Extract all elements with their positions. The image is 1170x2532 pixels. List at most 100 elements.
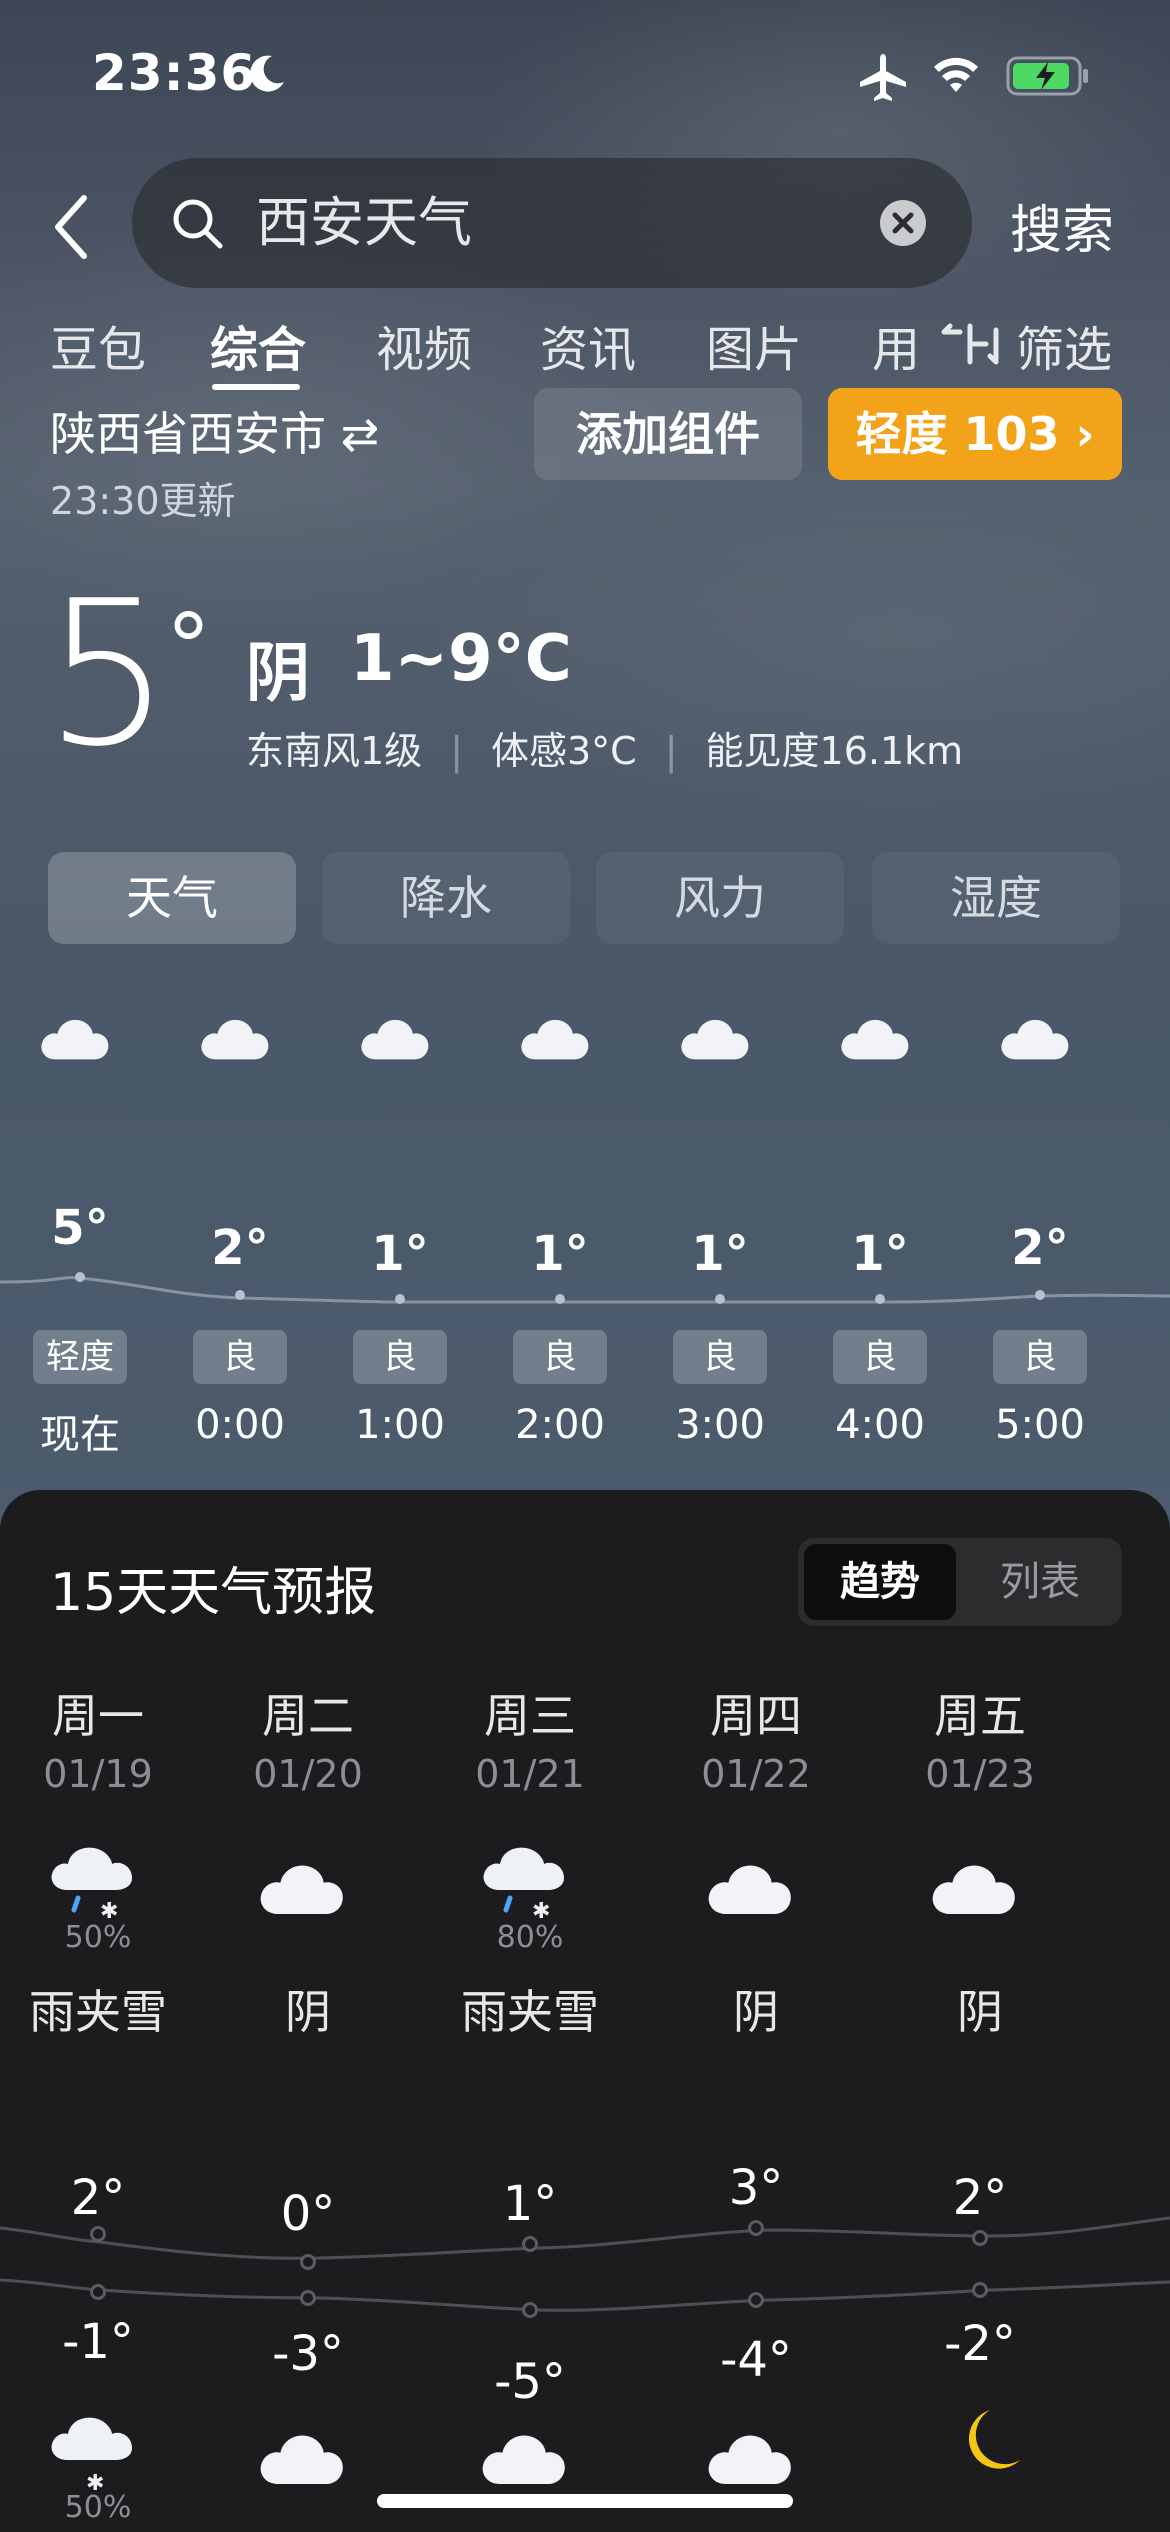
- hourly-time: 0:00: [195, 1402, 285, 1448]
- status-time: 23:36: [92, 44, 257, 102]
- moon-icon: [920, 2400, 1040, 2496]
- forecast-day[interactable]: 周三 01/21 ✱ 80% 雨夹雪 1° -5°: [418, 1670, 642, 2530]
- hourly-time: 1:00: [355, 1402, 445, 1448]
- hourly-item[interactable]: 1° 良 4:00: [800, 990, 960, 1460]
- forecast-day[interactable]: 周二 01/20 阴 0° -3°: [196, 1670, 420, 2530]
- forecast-day[interactable]: 周四 01/22 阴 3° -4°: [644, 1670, 868, 2530]
- cloud-icon: [470, 2400, 590, 2496]
- hourly-temp-dot: [715, 1294, 725, 1304]
- high-dot: [90, 2226, 106, 2242]
- home-indicator: [377, 2494, 793, 2508]
- degree-symbol: °: [166, 595, 211, 700]
- forecast-day[interactable]: 周五 01/23 阴 2° -2°: [868, 1670, 1092, 2530]
- aqi-button[interactable]: 轻度 103 ›: [828, 388, 1122, 480]
- cloud-icon: [36, 990, 124, 1070]
- high-dot: [748, 2220, 764, 2236]
- cloudy-night-icon: [356, 990, 444, 1070]
- hourly-item[interactable]: 2° 良 0:00: [160, 990, 320, 1460]
- tab-wind[interactable]: 风力: [596, 852, 844, 944]
- hourly-item[interactable]: 1° 良 2:00: [480, 990, 640, 1460]
- moon-icon: [250, 55, 284, 92]
- hourly-temp: 2°: [1011, 1220, 1069, 1276]
- cloud-icon: [248, 2400, 368, 2496]
- tab-images[interactable]: 图片: [706, 310, 802, 380]
- hourly-aqi-badge: 轻度: [33, 1330, 127, 1384]
- clear-search-button[interactable]: [880, 200, 926, 246]
- hourly-aqi-badge: 良: [193, 1330, 287, 1384]
- cloudy-night-icon: [516, 990, 604, 1070]
- status-bar: 23:36: [0, 0, 1170, 150]
- hourly-item[interactable]: 1° 良 1:00: [320, 990, 480, 1460]
- day-condition: 阴: [733, 1985, 779, 2039]
- cloudy-night-icon: [196, 990, 284, 1070]
- day-date: 01/22: [701, 1752, 811, 1796]
- filter-icon[interactable]: [940, 322, 1002, 366]
- hourly-item[interactable]: 5° 轻度 现在: [0, 990, 160, 1460]
- tab-news[interactable]: 资讯: [540, 310, 636, 380]
- battery-charging-icon: [1006, 56, 1088, 96]
- forecast-title: 15天天气预报: [50, 1563, 377, 1623]
- search-button[interactable]: 搜索: [1010, 188, 1114, 263]
- day-high: 2°: [952, 2170, 1008, 2226]
- tab-video[interactable]: 视频: [376, 310, 472, 380]
- hourly-time: 5:00: [995, 1402, 1085, 1448]
- low-dot: [90, 2284, 106, 2300]
- day-high: 2°: [70, 2170, 126, 2226]
- day-name: 周二: [262, 1689, 354, 1743]
- day-name: 周三: [484, 1689, 576, 1743]
- day-low: -2°: [944, 2316, 1016, 2372]
- location-name[interactable]: 陕西省西安市 ⇄: [50, 398, 379, 464]
- search-input[interactable]: 西安天气: [256, 188, 472, 258]
- tab-comprehensive[interactable]: 综合: [210, 310, 306, 380]
- hourly-aqi-badge: 良: [833, 1330, 927, 1384]
- hourly-aqi-badge: 良: [673, 1330, 767, 1384]
- day-date: 01/21: [475, 1752, 585, 1796]
- sleet-icon: ✱: [470, 1830, 590, 1926]
- tab-humidity[interactable]: 湿度: [872, 852, 1120, 944]
- search-icon: [173, 199, 223, 249]
- sleet-icon: ✱: [38, 1830, 158, 1926]
- cloudy-night-icon: [996, 990, 1084, 1070]
- hourly-time: 现在: [40, 1412, 120, 1458]
- day-condition: 雨夹雪: [461, 1985, 599, 2039]
- toggle-list[interactable]: 列表: [964, 1544, 1116, 1620]
- filter-button[interactable]: 筛选: [1016, 310, 1112, 380]
- hourly-temp-dot: [875, 1294, 885, 1304]
- update-time: 23:30更新: [50, 479, 236, 523]
- day-condition: 阴: [285, 1985, 331, 2039]
- tab-doubao[interactable]: 豆包: [50, 310, 146, 380]
- hourly-temp-dot: [555, 1294, 565, 1304]
- hourly-time: 4:00: [835, 1402, 925, 1448]
- tab-weather[interactable]: 天气: [48, 852, 296, 944]
- forecast-day[interactable]: 周一 01/19 ✱ 50% 雨夹雪 2° -1° ✱ 50%: [0, 1670, 210, 2530]
- cloudy-night-icon: [836, 990, 924, 1070]
- toggle-trend[interactable]: 趋势: [804, 1544, 956, 1620]
- hourly-aqi-badge: 良: [993, 1330, 1087, 1384]
- day-high: 3°: [728, 2160, 784, 2216]
- hourly-item[interactable]: 2° 良 5:00: [960, 990, 1120, 1460]
- tab-precipitation[interactable]: 降水: [322, 852, 570, 944]
- search-bar[interactable]: 西安天气: [132, 158, 972, 288]
- precip-probability: 80%: [496, 1920, 564, 1955]
- high-dot: [972, 2230, 988, 2246]
- feels-like: 体感3°C: [491, 729, 637, 773]
- hourly-temp-dot: [1035, 1290, 1045, 1300]
- hourly-time: 2:00: [515, 1402, 605, 1448]
- back-icon[interactable]: [46, 192, 100, 262]
- hourly-temp: 1°: [851, 1226, 909, 1282]
- temperature-range: 1~9°C: [350, 622, 572, 696]
- low-dot: [300, 2290, 316, 2306]
- hourly-item[interactable]: 1° 良 3:00: [640, 990, 800, 1460]
- add-widget-button[interactable]: 添加组件: [534, 388, 802, 480]
- wifi-icon: [934, 57, 978, 92]
- day-condition: 雨夹雪: [29, 1985, 167, 2039]
- low-dot: [748, 2292, 764, 2308]
- hourly-temp-dot: [235, 1290, 245, 1300]
- tab-more[interactable]: 用: [872, 310, 920, 380]
- airplane-icon: [860, 54, 906, 101]
- wind-info: 东南风1级: [246, 729, 423, 773]
- cloud-icon: [696, 1830, 816, 1926]
- hourly-aqi-badge: 良: [353, 1330, 447, 1384]
- view-toggle: 趋势 列表: [798, 1538, 1122, 1626]
- night-precip-probability: 50%: [64, 2490, 132, 2525]
